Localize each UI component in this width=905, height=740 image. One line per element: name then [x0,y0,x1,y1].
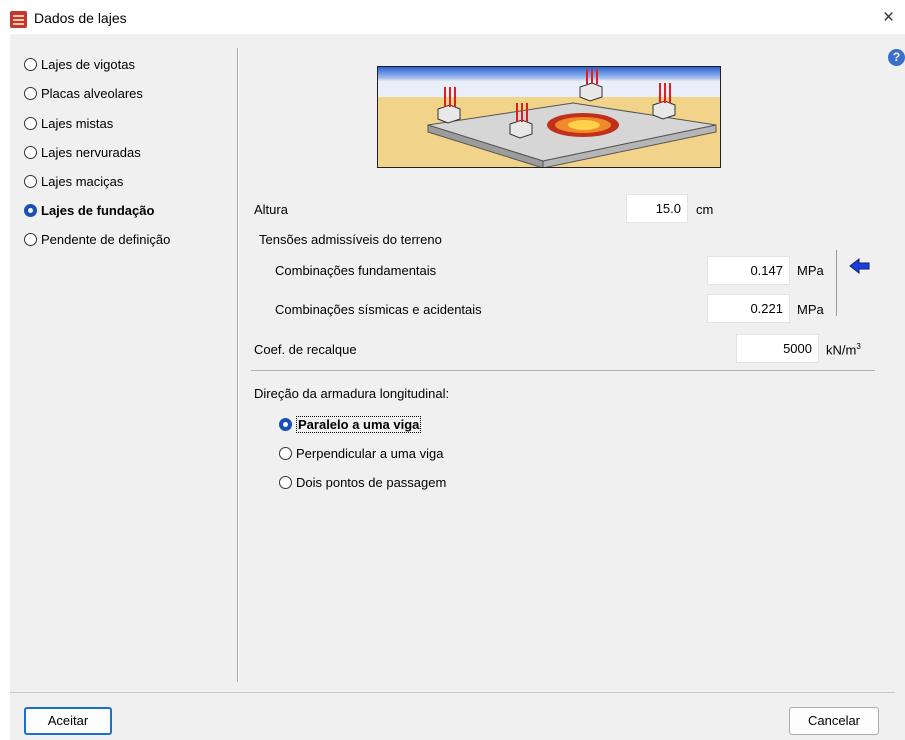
radio-label: Lajes maciças [41,174,124,189]
radio-circle [24,146,37,159]
title-bar: Dados de lajes × [0,0,905,34]
radio-lajes-mistas[interactable]: Lajes mistas [24,116,113,131]
radio-paralelo-viga[interactable]: Paralelo a uma viga [279,416,422,433]
footer-divider [10,692,895,693]
radio-label: Lajes nervuradas [41,145,141,160]
radio-label: Dois pontos de passagem [296,475,447,490]
height-unit: cm [696,202,714,217]
arrow-left-icon[interactable] [848,256,872,276]
radio-circle [24,58,37,71]
foundation-slab-illustration [377,66,721,168]
height-input[interactable]: 15.0 [626,194,688,223]
reinforcement-heading: Direção da armadura longitudinal: [254,386,450,401]
slab-data-dialog: Dados de lajes × ? Lajes de vigotas Plac… [0,0,905,740]
fundamental-combinations-input[interactable]: 0.147 [707,256,790,285]
subgrade-unit-exponent: 3 [856,342,861,351]
radio-circle [24,117,37,130]
radio-label: Perpendicular a uma viga [296,446,444,461]
seismic-combinations-label: Combinações sísmicas e acidentais [275,302,482,317]
radio-lajes-nervuradas[interactable]: Lajes nervuradas [24,145,141,160]
radio-circle [279,476,292,489]
height-label: Altura [254,202,288,217]
app-slab-icon [10,11,27,28]
seismic-unit: MPa [797,302,824,317]
radio-label: Placas alveolares [41,86,143,101]
radio-circle-selected [24,204,37,217]
bracket-line [836,250,837,316]
radio-dois-pontos[interactable]: Dois pontos de passagem [279,475,446,490]
radio-lajes-de-vigotas[interactable]: Lajes de vigotas [24,57,135,72]
foundation-slab-drawing [378,67,720,167]
radio-circle [24,175,37,188]
radio-pendente-de-definicao[interactable]: Pendente de definição [24,232,170,247]
radio-circle [24,87,37,100]
subgrade-unit-base: kN/m [826,342,857,358]
help-icon[interactable]: ? [888,49,905,66]
subgrade-unit: kN/m3 [826,342,861,357]
cancel-button[interactable]: Cancelar [789,707,879,735]
radio-placas-alveolares[interactable]: Placas alveolares [24,86,143,101]
radio-lajes-de-fundacao[interactable]: Lajes de fundação [24,203,154,218]
radio-circle-selected [279,418,292,431]
radio-label: Lajes mistas [41,116,114,131]
subgrade-coefficient-input[interactable]: 5000 [736,334,819,363]
radio-circle [24,233,37,246]
radio-perpendicular-viga[interactable]: Perpendicular a uma viga [279,446,443,461]
window-title: Dados de lajes [34,10,127,26]
section-divider [251,370,875,371]
vertical-divider [237,48,239,682]
subgrade-coefficient-label: Coef. de recalque [254,342,357,357]
radio-label: Pendente de definição [41,232,171,247]
radio-label: Lajes de vigotas [41,57,135,72]
radio-circle [279,447,292,460]
radio-label: Paralelo a uma viga [296,416,422,433]
fundamental-combinations-label: Combinações fundamentais [275,263,437,278]
radio-label: Lajes de fundação [41,203,155,218]
left-edge [0,34,10,740]
close-icon[interactable]: × [883,8,894,27]
radio-lajes-macicas[interactable]: Lajes maciças [24,174,123,189]
accept-button[interactable]: Aceitar [24,707,112,735]
fundamental-unit: MPa [797,263,824,278]
seismic-combinations-input[interactable]: 0.221 [707,294,790,323]
soil-stress-heading: Tensões admissíveis do terreno [259,232,442,247]
